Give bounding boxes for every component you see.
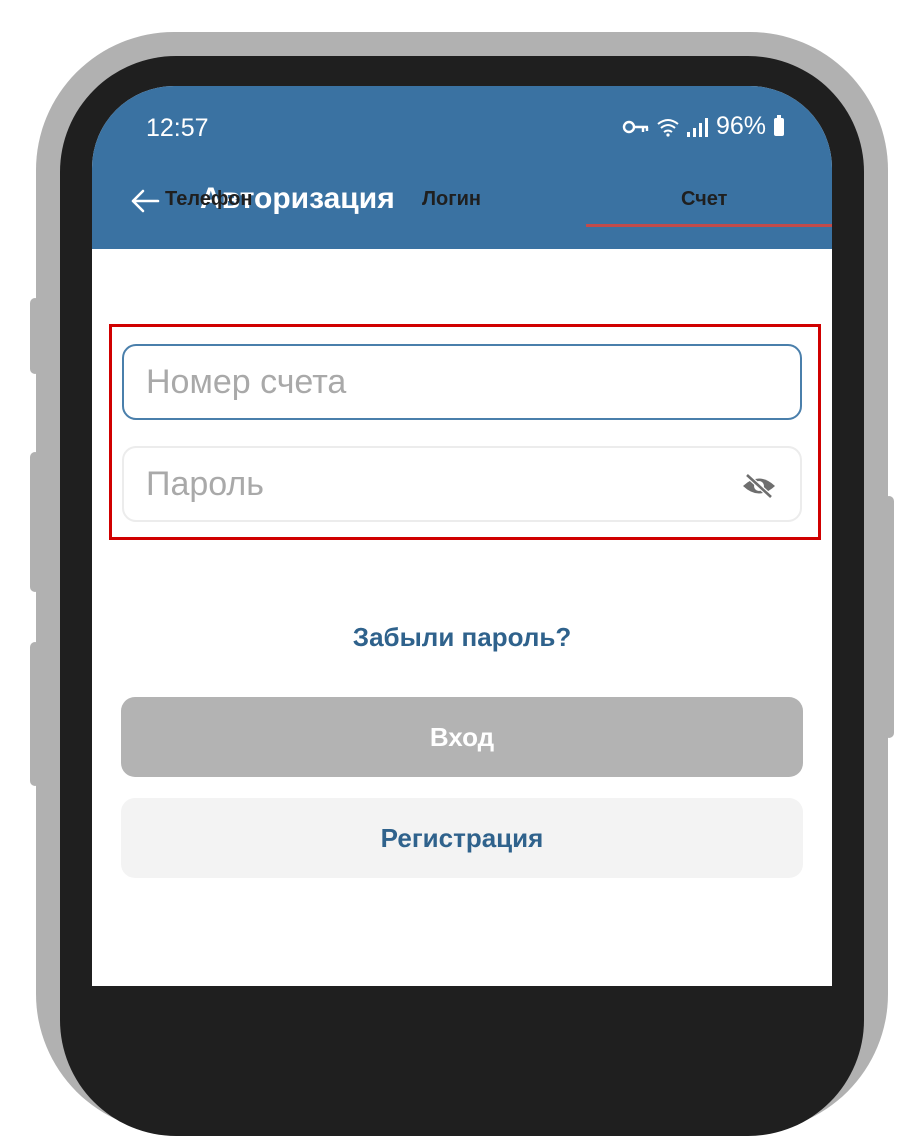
vpn-key-icon (622, 120, 649, 133)
signal-icon (686, 117, 708, 137)
status-icons: 96% (622, 112, 784, 141)
wifi-icon (657, 118, 679, 137)
volume-button (30, 452, 40, 592)
password-placeholder: Пароль (146, 464, 264, 503)
active-tab-indicator (586, 224, 832, 227)
register-button[interactable]: Регистрация (121, 798, 803, 878)
tab-login[interactable]: Логин (422, 188, 481, 211)
battery-icon (774, 114, 784, 136)
tab-account[interactable]: Счет (681, 188, 727, 211)
volume-button (30, 642, 40, 786)
volume-button (30, 298, 40, 374)
tab-phone[interactable]: Телефон (165, 188, 252, 211)
account-number-placeholder: Номер счета (146, 362, 347, 401)
status-time: 12:57 (146, 114, 209, 142)
register-button-label: Регистрация (380, 822, 544, 853)
account-number-input[interactable]: Номер счета (122, 344, 802, 420)
forgot-password-link[interactable]: Забыли пароль? (0, 622, 924, 653)
arrow-left-icon[interactable] (128, 184, 162, 218)
power-button (884, 496, 894, 738)
login-button[interactable]: Вход (121, 697, 803, 777)
battery-percentage: 96% (715, 112, 766, 140)
login-button-label: Вход (429, 721, 495, 752)
eye-off-icon[interactable] (740, 473, 778, 499)
password-input[interactable]: Пароль (122, 446, 802, 522)
